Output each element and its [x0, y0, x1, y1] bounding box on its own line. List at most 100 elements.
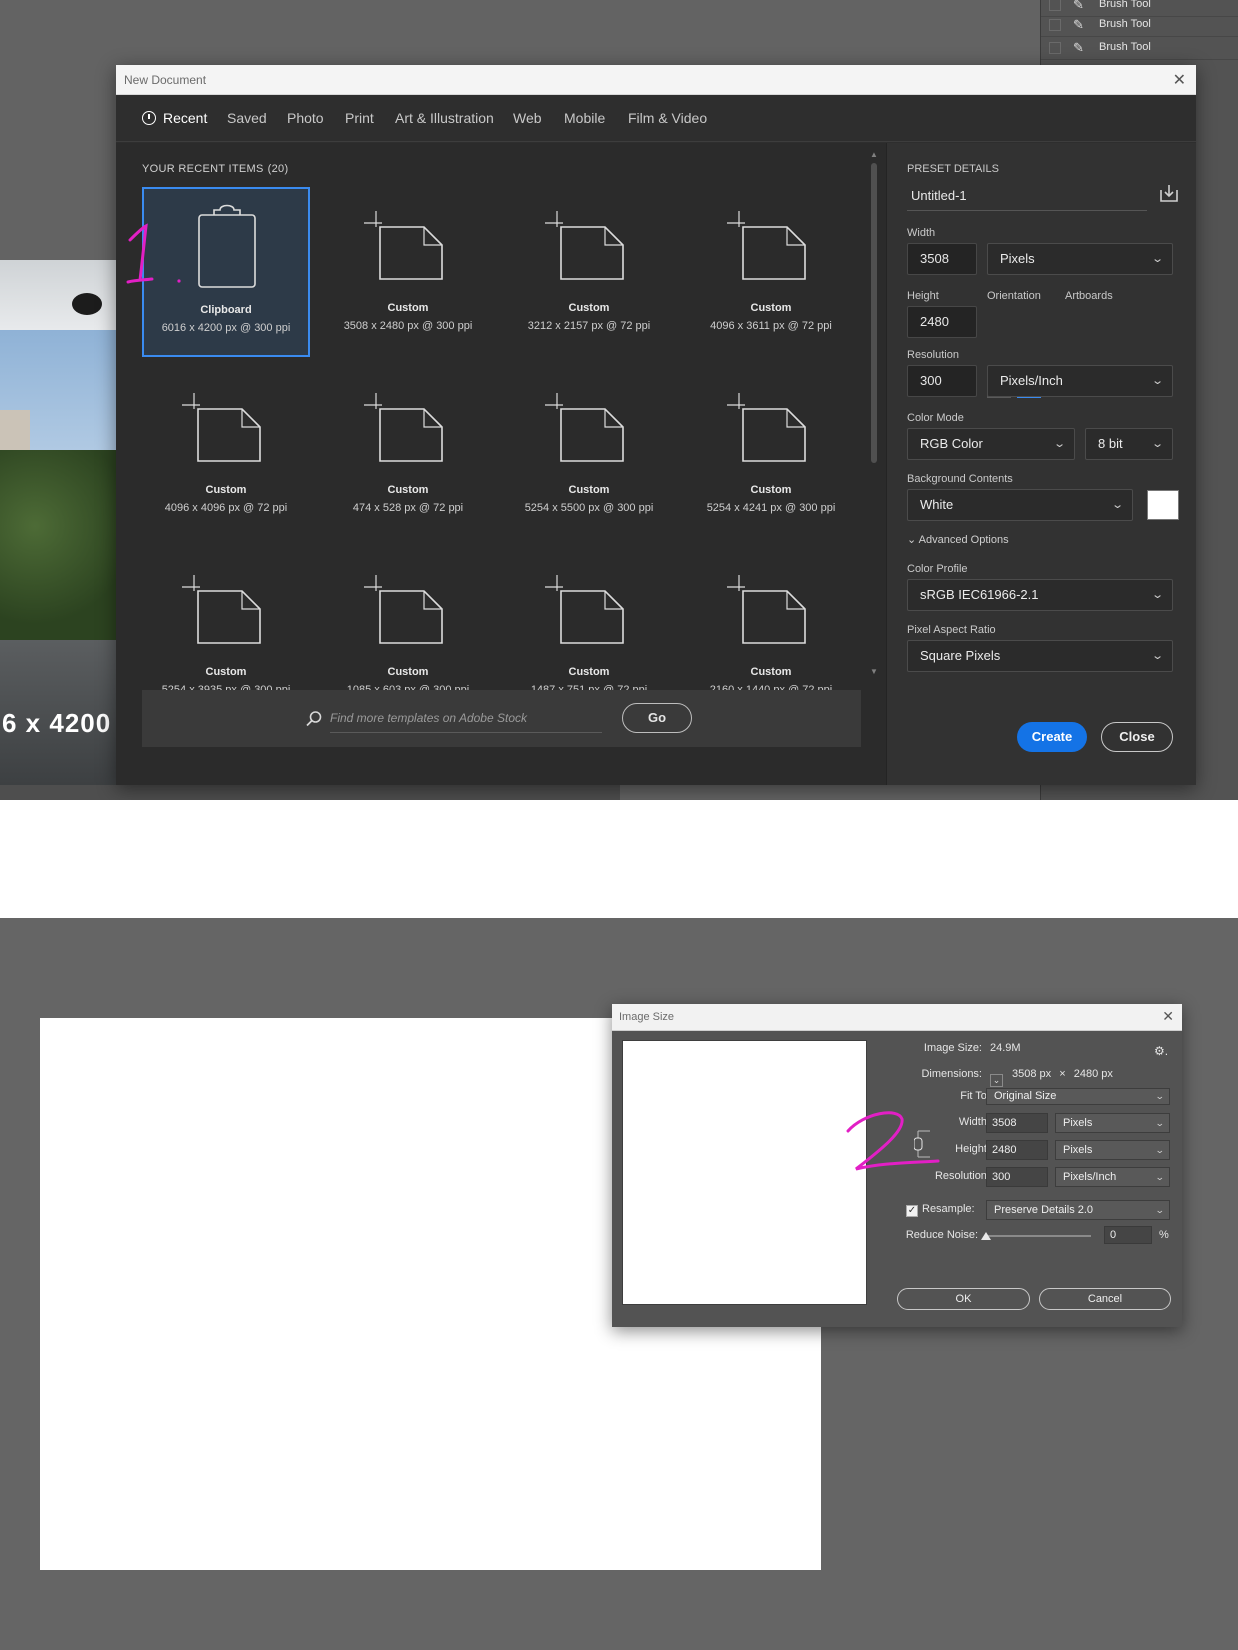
- tab-recent[interactable]: Recent: [142, 110, 207, 126]
- recent-item-tile[interactable]: Custom 3508 x 2480 px @ 300 ppi: [324, 187, 492, 357]
- width-input[interactable]: 3508: [907, 243, 977, 275]
- width-unit-select[interactable]: Pixels ⌄: [987, 243, 1173, 275]
- go-button[interactable]: Go: [622, 703, 692, 733]
- resolution-unit-select[interactable]: Pixels/Inch ⌄: [987, 365, 1173, 397]
- artboards-label: Artboards: [1065, 290, 1113, 302]
- advanced-options-toggle[interactable]: ⌄ Advanced Options: [907, 533, 1009, 546]
- resolution-unit-select[interactable]: Pixels/Inch ⌄: [1055, 1167, 1170, 1187]
- color-profile-value: sRGB IEC61966-2.1: [920, 587, 1039, 602]
- tab-print[interactable]: Print: [345, 110, 374, 126]
- resolution-unit-value: Pixels/Inch: [1000, 373, 1063, 388]
- photoshop-workspace-bottom: Image Size ✕ Image Size: 24.9M ⚙. Dimens…: [0, 918, 1238, 1650]
- stock-search-input[interactable]: [330, 703, 602, 733]
- dimensions-dropdown-toggle[interactable]: ⌄: [990, 1074, 1003, 1087]
- pixel-aspect-label: Pixel Aspect Ratio: [907, 624, 996, 636]
- create-button[interactable]: Create: [1017, 722, 1087, 752]
- resample-checkbox[interactable]: ✓: [906, 1205, 918, 1217]
- photo-bushes: [0, 450, 116, 640]
- clipboard-icon: [198, 204, 256, 288]
- security-camera: [72, 293, 102, 315]
- recent-item-name: Custom: [568, 302, 610, 314]
- visibility-checkbox[interactable]: [1049, 19, 1061, 31]
- gear-icon[interactable]: ⚙.: [1154, 1044, 1168, 1058]
- visibility-checkbox[interactable]: [1049, 0, 1061, 11]
- recent-item-tile[interactable]: Custom 4096 x 4096 px @ 72 ppi: [142, 369, 310, 539]
- resolution-input[interactable]: 300: [907, 365, 977, 397]
- height-unit-select[interactable]: Pixels ⌄: [1055, 1140, 1170, 1160]
- document-icon: [545, 393, 624, 462]
- recent-item-dimensions: 5254 x 5500 px @ 300 ppi: [524, 502, 654, 514]
- reduce-noise-input[interactable]: 0: [1104, 1226, 1152, 1244]
- brush-icon: ✎: [1073, 40, 1084, 55]
- chevron-down-icon: ⌄: [1155, 1172, 1166, 1182]
- close-icon[interactable]: ✕: [1162, 1008, 1174, 1025]
- chevron-down-icon: ⌄: [1155, 1205, 1166, 1215]
- color-mode-select[interactable]: RGB Color ⌄: [907, 428, 1075, 460]
- width-input[interactable]: 3508: [986, 1113, 1048, 1133]
- recent-item-name: Custom: [205, 484, 247, 496]
- scroll-down-icon[interactable]: ▼: [870, 667, 878, 676]
- recent-item-tile[interactable]: Custom 474 x 528 px @ 72 ppi: [324, 369, 492, 539]
- recent-items-panel: YOUR RECENT ITEMS (20) Clipboard 6016 x 42…: [116, 143, 886, 785]
- recent-item-tile[interactable]: Custom 3212 x 2157 px @ 72 ppi: [505, 187, 673, 357]
- history-row-label: Brush Tool: [1099, 0, 1151, 10]
- color-profile-select[interactable]: sRGB IEC61966-2.1 ⌄: [907, 579, 1173, 611]
- width-unit-value: Pixels: [1000, 251, 1035, 266]
- close-button[interactable]: Close: [1101, 722, 1173, 752]
- fit-to-label: Fit To:: [960, 1090, 990, 1102]
- recent-item-name: Custom: [387, 666, 429, 678]
- height-input[interactable]: 2480: [907, 306, 977, 338]
- tab-mobile[interactable]: Mobile: [564, 110, 605, 126]
- resample-method-select[interactable]: Preserve Details 2.0 ⌄: [986, 1200, 1170, 1220]
- tab-photo[interactable]: Photo: [287, 110, 324, 126]
- recent-item-dimensions: 5254 x 4241 px @ 300 ppi: [706, 502, 836, 514]
- photoshop-workspace-top: 6 x 4200 ✎ Brush Tool ✎ Brush Tool ✎ Bru…: [0, 0, 1238, 800]
- brush-icon: ✎: [1073, 17, 1084, 32]
- bit-depth-select[interactable]: 8 bit ⌄: [1085, 428, 1173, 460]
- scroll-up-icon[interactable]: ▲: [870, 150, 878, 159]
- tab-saved[interactable]: Saved: [227, 110, 267, 126]
- bit-depth-value: 8 bit: [1098, 436, 1123, 451]
- history-row[interactable]: ✎ Brush Tool: [1041, 37, 1238, 60]
- pixel-aspect-select[interactable]: Square Pixels ⌄: [907, 640, 1173, 672]
- recent-items-heading: YOUR RECENT ITEMS (20): [142, 163, 288, 175]
- close-icon[interactable]: ✕: [1173, 70, 1186, 90]
- document-icon: [727, 393, 806, 462]
- visibility-checkbox[interactable]: [1049, 42, 1061, 54]
- recent-item-tile[interactable]: Clipboard 6016 x 4200 px @ 300 ppi: [142, 187, 310, 357]
- fit-to-select[interactable]: Original Size ⌄: [986, 1088, 1170, 1105]
- bg-contents-select[interactable]: White ⌄: [907, 489, 1133, 521]
- tab-web[interactable]: Web: [513, 110, 542, 126]
- tab-label: Recent: [163, 110, 208, 126]
- resolution-input[interactable]: 300: [986, 1167, 1048, 1187]
- color-mode-value: RGB Color: [920, 436, 983, 451]
- bg-color-swatch[interactable]: [1147, 490, 1179, 520]
- tab-art-illustration[interactable]: Art & Illustration: [395, 110, 494, 126]
- scrollbar-thumb[interactable]: [871, 163, 877, 463]
- dim-width: 3508 px: [1012, 1068, 1052, 1080]
- width-unit-select[interactable]: Pixels ⌄: [1055, 1113, 1170, 1133]
- preset-name-field[interactable]: Untitled-1: [907, 181, 1147, 211]
- chevron-down-icon: ⌄: [907, 534, 919, 546]
- history-row-label: Brush Tool: [1099, 41, 1151, 53]
- chevron-down-icon: ⌄: [1150, 253, 1164, 265]
- chevron-down-icon: ⌄: [1150, 438, 1164, 450]
- reduce-noise-slider-track[interactable]: [985, 1235, 1091, 1237]
- preset-tabs: Recent Saved Photo Print Art & Illustrat…: [116, 95, 1196, 171]
- height-input[interactable]: 2480: [986, 1140, 1048, 1160]
- history-row[interactable]: ✎ Brush Tool: [1041, 14, 1238, 37]
- reduce-noise-slider-thumb[interactable]: [981, 1232, 991, 1240]
- tab-film-video[interactable]: Film & Video: [628, 110, 707, 126]
- cancel-button[interactable]: Cancel: [1039, 1288, 1171, 1310]
- dim-separator: ×: [1059, 1068, 1066, 1080]
- fit-to-value: Original Size: [994, 1090, 1057, 1102]
- photo-ceiling: [0, 260, 116, 330]
- recent-item-tile[interactable]: Custom 5254 x 4241 px @ 300 ppi: [687, 369, 855, 539]
- recent-scrollbar[interactable]: ▲ ▼: [868, 149, 880, 677]
- ok-button[interactable]: OK: [897, 1288, 1030, 1310]
- bg-contents-value: White: [920, 497, 954, 512]
- save-preset-icon[interactable]: [1158, 182, 1180, 204]
- advanced-options-label: Advanced Options: [918, 534, 1009, 546]
- recent-item-tile[interactable]: Custom 4096 x 3611 px @ 72 ppi: [687, 187, 855, 357]
- recent-item-tile[interactable]: Custom 5254 x 5500 px @ 300 ppi: [505, 369, 673, 539]
